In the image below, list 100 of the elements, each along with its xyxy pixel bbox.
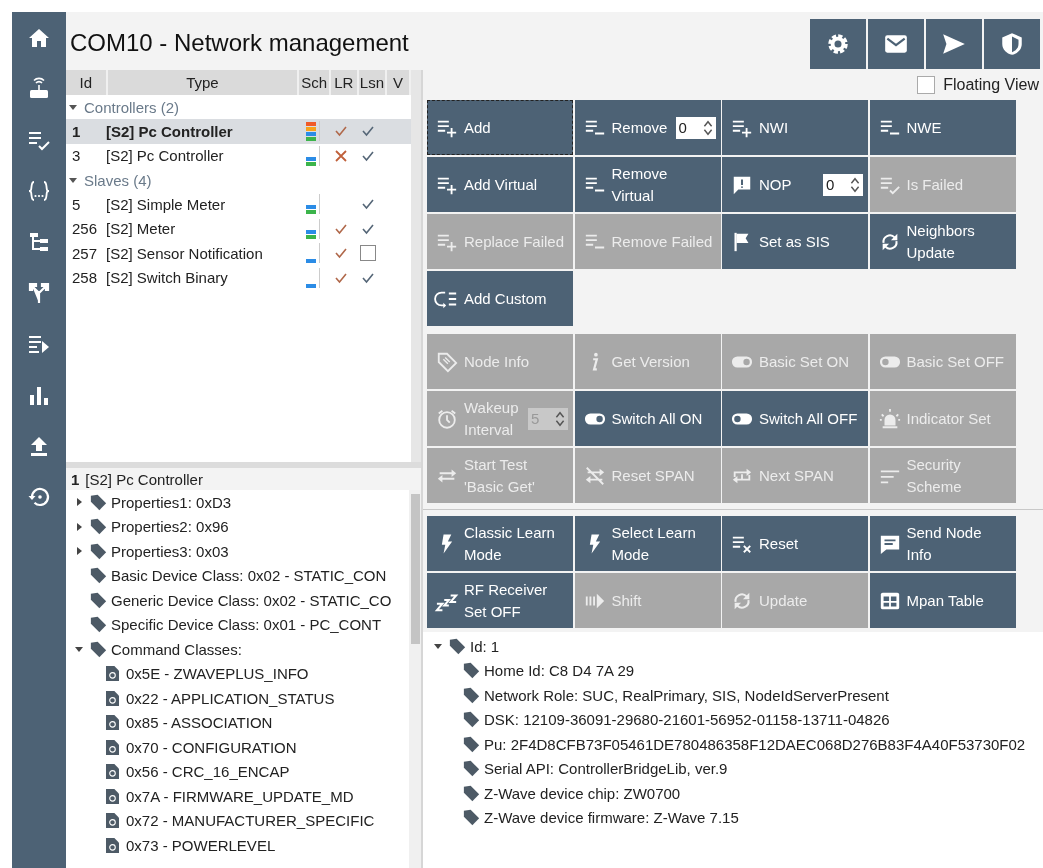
caret-down-icon[interactable]: [68, 102, 78, 112]
action-button[interactable]: Select Learn Mode: [574, 516, 721, 571]
column-header[interactable]: Type: [107, 70, 300, 95]
number-spinner[interactable]: 0: [823, 173, 863, 196]
mail-button[interactable]: [868, 19, 924, 69]
action-button[interactable]: Add Virtual: [427, 157, 573, 212]
action-button[interactable]: Neighbors Update: [869, 214, 1016, 269]
code-file-icon: [106, 813, 119, 829]
tree-item[interactable]: Properties2: 0x96: [111, 518, 229, 536]
caret-right-icon[interactable]: [74, 546, 84, 557]
floating-view-checkbox[interactable]: Floating View: [917, 76, 1039, 94]
info-item: Pu: 2F4D8CFB73F05461DE780486358F12DAEC068D276B83F4A40F53730F02: [484, 735, 1026, 753]
tag-icon: [463, 735, 480, 753]
info-item: Serial API: ControllerBridgeLib, ver.9: [484, 760, 728, 778]
tree-item[interactable]: 0x22 - APPLICATION_STATUS: [126, 689, 335, 707]
info-item: Id: 1: [470, 637, 500, 655]
tree-item[interactable]: Generic Device Class: 0x02 - STATIC_CO: [111, 591, 392, 609]
tree-item[interactable]: 0x70 - CONFIGURATION: [126, 738, 297, 756]
action-button[interactable]: Add: [427, 100, 573, 155]
id-cell-text: 257: [71, 243, 99, 264]
tree-item[interactable]: Specific Device Class: 0x01 - PC_CONT: [111, 616, 382, 634]
tree-item[interactable]: 0x7A - FIRMWARE_UPDATE_MD: [126, 787, 354, 805]
info-item: Home Id: C8 D4 7A 29: [484, 662, 635, 680]
table-row[interactable]: 1 [S2] Pc Controller: [66, 119, 411, 144]
action-button[interactable]: Switch All ON: [574, 391, 721, 446]
tag-icon: [90, 542, 107, 560]
tag-icon: [90, 567, 107, 585]
action-button[interactable]: Reset: [722, 516, 868, 571]
action-button[interactable]: Mpan Table: [869, 573, 1016, 628]
tag-icon: [90, 616, 107, 634]
tree-item[interactable]: 0x85 - ASSOCIATION: [126, 714, 273, 732]
spin-arrows-icon[interactable]: [850, 175, 860, 194]
type-cell-text: [S2] Switch Binary: [106, 268, 229, 289]
action-button[interactable]: Set as SIS: [722, 214, 868, 269]
column-header[interactable]: Lsn: [358, 70, 388, 95]
id-cell-text: 256: [71, 219, 99, 240]
send-button[interactable]: [926, 19, 982, 69]
settings-icon: [825, 31, 851, 57]
id-cell-text: 258: [71, 268, 99, 289]
column-header[interactable]: LR: [330, 70, 359, 95]
tree-item[interactable]: Properties3: 0x03: [111, 542, 229, 560]
table-row[interactable]: 5 [S2] Simple Meter: [66, 192, 411, 217]
caret-right-icon[interactable]: [74, 521, 84, 532]
home-icon[interactable]: [27, 26, 51, 50]
code-file-icon: [106, 690, 119, 706]
node-id: 1: [71, 470, 80, 488]
tree-item[interactable]: 0x72 - MANUFACTURER_SPECIFIC: [126, 812, 375, 830]
braces-icon[interactable]: [27, 179, 51, 203]
bolt-icon: [588, 532, 601, 555]
tag-icon: [463, 760, 480, 778]
tree-item[interactable]: Command Classes:: [111, 640, 242, 658]
caret-right-icon[interactable]: [74, 497, 84, 508]
tag-icon: [90, 518, 107, 536]
id-cell-text: 5: [71, 194, 82, 215]
code-file-icon: [106, 837, 119, 853]
tree-item[interactable]: 0x73 - POWERLEVEL: [126, 836, 276, 854]
action-button[interactable]: Classic Learn Mode: [427, 516, 573, 571]
table-row[interactable]: 256 [S2] Meter: [66, 216, 411, 241]
settings-button[interactable]: [810, 19, 866, 69]
action-button[interactable]: NWE: [869, 100, 1016, 155]
column-header[interactable]: Id: [66, 70, 108, 95]
table-row[interactable]: 258 [S2] Switch Binary: [66, 265, 411, 290]
history-icon[interactable]: [27, 485, 51, 509]
shield-button[interactable]: [984, 19, 1040, 69]
tag-icon: [463, 662, 480, 680]
action-button[interactable]: NOP 0: [722, 157, 868, 212]
spin-arrows-icon[interactable]: [702, 118, 713, 137]
tag-icon: [90, 591, 107, 609]
action-button[interactable]: Add Custom: [427, 271, 573, 326]
action-button[interactable]: Remove 0: [574, 100, 721, 155]
column-header[interactable]: V: [387, 70, 411, 95]
send-icon: [941, 31, 967, 57]
type-cell-text: [S2] Sensor Notification: [106, 243, 264, 264]
id-cell-text: 3: [71, 146, 82, 167]
tag-icon: [449, 637, 466, 655]
action-button[interactable]: RF Receiver Set OFF: [427, 573, 573, 628]
router-icon[interactable]: [27, 77, 51, 101]
tree-icon[interactable]: [27, 230, 51, 254]
table-row[interactable]: 3 [S2] Pc Controller: [66, 143, 411, 168]
table-row[interactable]: 257 [S2] Sensor Notification: [66, 241, 411, 266]
action-button[interactable]: Send Node Info: [869, 516, 1016, 571]
tree-item[interactable]: Properties1: 0xD3: [111, 493, 232, 511]
action-button[interactable]: NWI: [722, 100, 868, 155]
group-label: Slaves (4): [84, 171, 152, 189]
spin-arrows-icon[interactable]: [555, 409, 565, 428]
code-file-icon: [106, 739, 119, 755]
tree-item[interactable]: Basic Device Class: 0x02 - STATIC_CON: [111, 567, 387, 585]
column-header[interactable]: Sch: [299, 70, 331, 95]
caret-down-icon[interactable]: [68, 175, 78, 185]
number-spinner[interactable]: 0: [675, 116, 716, 139]
fork-icon[interactable]: [27, 281, 51, 305]
tree-item[interactable]: 0x56 - CRC_16_ENCAP: [126, 763, 290, 781]
scrollbar-thumb[interactable]: [410, 494, 420, 644]
checkbox[interactable]: [359, 245, 376, 262]
type-cell-text: [S2] Pc Controller: [106, 146, 225, 167]
action-button[interactable]: Remove Virtual: [574, 157, 721, 212]
action-button[interactable]: Switch All OFF: [722, 391, 868, 446]
tree-item[interactable]: 0x5E - ZWAVEPLUS_INFO: [126, 665, 309, 683]
code-file-icon: [106, 764, 119, 780]
node-name: [S2] Pc Controller: [85, 470, 203, 488]
